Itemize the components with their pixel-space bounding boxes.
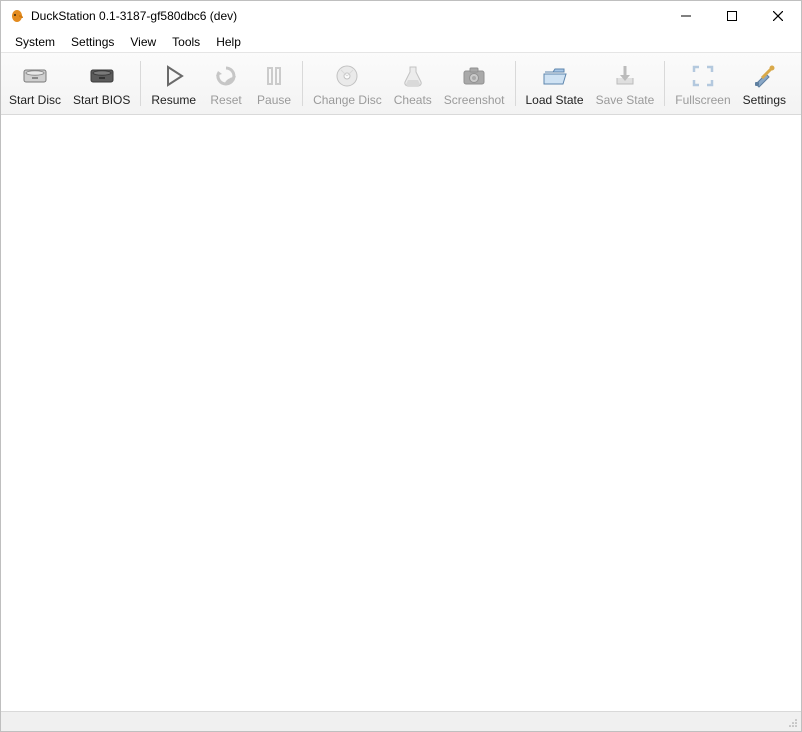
menu-bar: System Settings View Tools Help (1, 31, 801, 53)
settings-button[interactable]: Settings (737, 55, 792, 112)
start-bios-button[interactable]: Start BIOS (67, 55, 136, 112)
reset-button[interactable]: Reset (202, 55, 250, 112)
toolbar-label: Settings (743, 93, 786, 107)
toolbar-label: Save State (596, 93, 655, 107)
status-bar (1, 711, 801, 731)
fullscreen-icon (689, 62, 717, 90)
toolbar-separator (664, 61, 665, 106)
cheats-button[interactable]: Cheats (388, 55, 438, 112)
menu-tools[interactable]: Tools (164, 33, 208, 51)
toolbar-label: Fullscreen (675, 93, 730, 107)
folder-open-icon (541, 62, 569, 90)
toolbar-label: Start BIOS (73, 93, 130, 107)
toolbar: Start Disc Start BIOS Resume (1, 53, 801, 115)
toolbar-separator (515, 61, 516, 106)
resize-grip-icon[interactable] (785, 715, 799, 729)
window-close-button[interactable] (755, 1, 801, 31)
titlebar: DuckStation 0.1-3187-gf580dbc6 (dev) (1, 1, 801, 31)
save-state-button[interactable]: Save State (590, 55, 661, 112)
disc-drive-icon (21, 62, 49, 90)
toolbar-label: Resume (151, 93, 196, 107)
bios-drive-icon (88, 62, 116, 90)
resume-button[interactable]: Resume (145, 55, 202, 112)
flask-icon (399, 62, 427, 90)
menu-help[interactable]: Help (208, 33, 249, 51)
toolbar-label: Change Disc (313, 93, 382, 107)
refresh-icon (212, 62, 240, 90)
change-disc-button[interactable]: Change Disc (307, 55, 388, 112)
load-state-button[interactable]: Load State (520, 55, 590, 112)
window-maximize-button[interactable] (709, 1, 755, 31)
menu-view[interactable]: View (122, 33, 164, 51)
menu-system[interactable]: System (7, 33, 63, 51)
play-icon (160, 62, 188, 90)
content-area (1, 115, 801, 711)
toolbar-label: Pause (257, 93, 291, 107)
fullscreen-button[interactable]: Fullscreen (669, 55, 736, 112)
toolbar-label: Cheats (394, 93, 432, 107)
camera-icon (460, 62, 488, 90)
tools-icon (750, 62, 778, 90)
toolbar-label: Reset (210, 93, 241, 107)
screenshot-button[interactable]: Screenshot (438, 55, 511, 112)
window-title: DuckStation 0.1-3187-gf580dbc6 (dev) (31, 9, 237, 23)
pause-button[interactable]: Pause (250, 55, 298, 112)
menu-settings[interactable]: Settings (63, 33, 122, 51)
app-icon (9, 8, 25, 24)
toolbar-label: Load State (526, 93, 584, 107)
pause-icon (260, 62, 288, 90)
toolbar-separator (140, 61, 141, 106)
toolbar-separator (302, 61, 303, 106)
save-download-icon (611, 62, 639, 90)
disc-icon (333, 62, 361, 90)
toolbar-label: Screenshot (444, 93, 505, 107)
window-minimize-button[interactable] (663, 1, 709, 31)
toolbar-label: Start Disc (9, 93, 61, 107)
start-disc-button[interactable]: Start Disc (3, 55, 67, 112)
